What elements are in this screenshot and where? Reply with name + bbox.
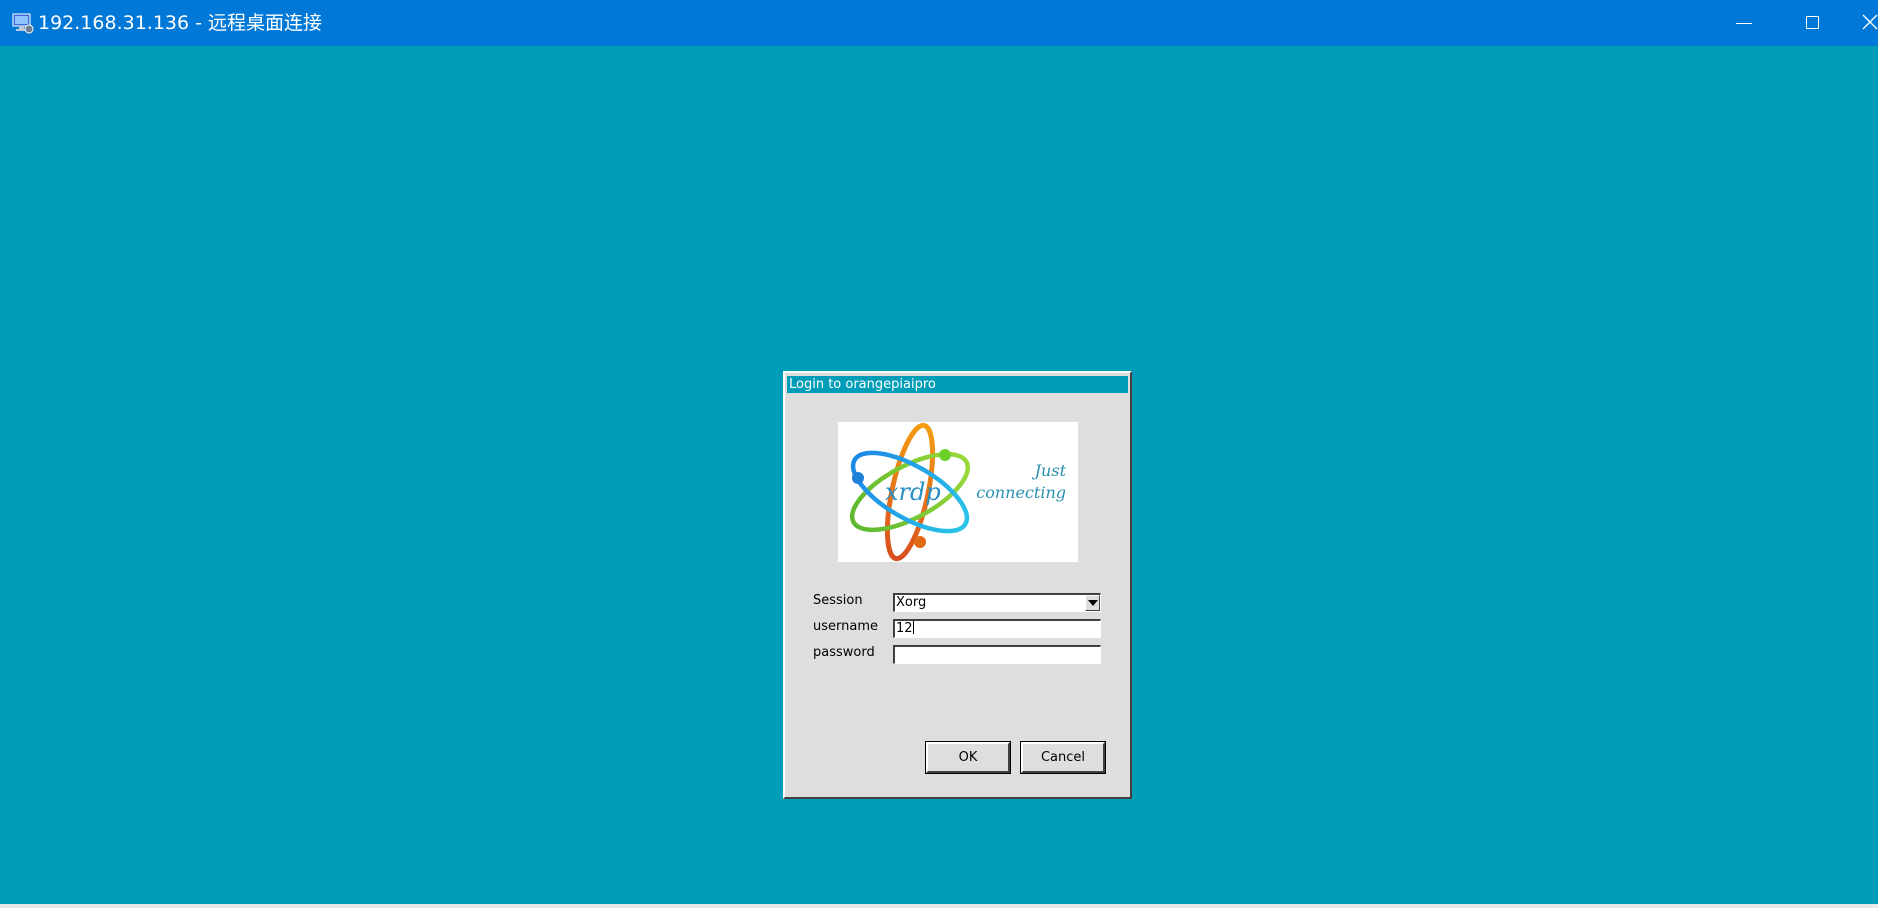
remote-desktop-window: 192.168.31.136 - 远程桌面连接 Login to orangep…	[0, 0, 1878, 908]
minimize-button[interactable]	[1712, 0, 1772, 46]
atom-logo-icon: xrdp Just connecting	[849, 422, 1067, 562]
login-dialog: Login to orangepiaipro xrdp Just connect…	[783, 371, 1132, 799]
maximize-button[interactable]	[1782, 0, 1842, 46]
remote-desktop-icon	[12, 13, 34, 34]
maximize-icon	[1806, 16, 1819, 29]
username-label: username	[813, 619, 878, 634]
ok-button[interactable]: OK	[925, 741, 1011, 774]
logo-text: xrdp	[885, 478, 941, 506]
session-dropdown-button[interactable]	[1085, 595, 1100, 611]
xrdp-logo: xrdp Just connecting	[838, 422, 1078, 562]
minimize-icon	[1736, 23, 1752, 24]
bottom-edge	[0, 904, 1878, 908]
password-label: password	[813, 645, 875, 660]
close-button[interactable]	[1858, 0, 1878, 46]
logo-tagline-line1: Just	[1032, 461, 1067, 480]
username-value: 12	[896, 621, 913, 636]
window-title: 192.168.31.136 - 远程桌面连接	[38, 12, 323, 34]
session-label: Session	[813, 593, 863, 608]
cancel-button[interactable]: Cancel	[1020, 741, 1106, 774]
title-bar[interactable]: 192.168.31.136 - 远程桌面连接	[0, 0, 1878, 46]
text-caret	[912, 621, 914, 634]
chevron-down-icon	[1088, 600, 1098, 606]
password-input[interactable]	[893, 645, 1101, 664]
dialog-title[interactable]: Login to orangepiaipro	[787, 376, 1128, 393]
username-input[interactable]: 12	[893, 619, 1101, 638]
logo-tagline-line2: connecting	[976, 483, 1066, 502]
session-value: Xorg	[896, 595, 927, 610]
close-icon	[1862, 14, 1878, 30]
session-select[interactable]: Xorg	[893, 593, 1101, 612]
